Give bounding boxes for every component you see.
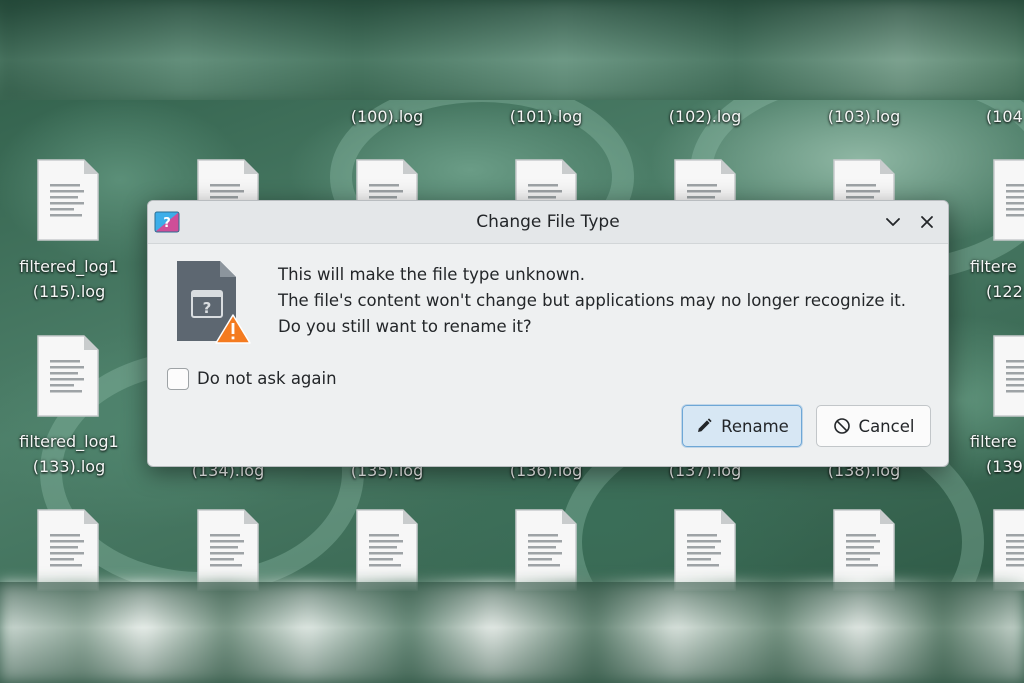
message-line: The file's content won't change but appl… [278,291,907,310]
desktop-file-label[interactable]: (100).log [322,104,452,129]
do-not-ask-again-checkbox[interactable] [167,368,189,390]
chevron-down-icon[interactable] [882,211,904,233]
change-file-type-dialog: ? Change File Type ? This will make the … [147,200,949,467]
desktop-file-label[interactable]: (103).log [799,104,929,129]
cancel-button[interactable]: Cancel [816,405,931,447]
unknown-file-warning-icon: ? [177,261,251,344]
text-file-icon[interactable] [355,508,419,592]
text-file-icon[interactable] [514,508,578,592]
message-line: Do you still want to rename it? [278,317,532,336]
desktop-file-label[interactable]: (102).log [640,104,770,129]
file-name-line: (122 [986,282,1023,301]
dialog-title: Change File Type [476,212,620,232]
desktop-file-label[interactable]: filtered_log1 (133).log [4,429,134,479]
text-file-icon[interactable] [992,508,1024,592]
desktop-file-label[interactable]: filtere (122 [962,254,1024,304]
pencil-icon [698,418,712,432]
file-name-line: filtered_log1 [19,432,119,451]
text-file-icon[interactable] [36,508,100,592]
file-name-line: filtered_log1 [19,257,119,276]
cancel-circle-icon [833,418,850,434]
text-file-icon[interactable] [36,334,100,418]
desktop-file-label[interactable]: filtered_log1 (115).log [4,254,134,304]
file-name-line: filtere [970,432,1017,451]
close-icon[interactable] [916,211,938,233]
do-not-ask-again-label[interactable]: Do not ask again [197,368,337,390]
cancel-button-label: Cancel [858,416,915,436]
dialog-titlebar[interactable]: ? Change File Type [148,201,948,244]
text-file-icon[interactable] [992,334,1024,418]
svg-text:?: ? [203,299,212,317]
desktop-file-label[interactable]: (104 [958,104,1024,129]
text-file-icon[interactable] [673,508,737,592]
text-file-icon[interactable] [196,508,260,592]
rename-button[interactable]: Rename [682,405,802,447]
desktop-file-label[interactable]: filtere (139 [962,429,1024,479]
text-file-icon[interactable] [36,158,100,242]
dialog-message: This will make the file type unknown. Th… [278,262,943,340]
desktop-file-label[interactable]: (101).log [481,104,611,129]
message-line: This will make the file type unknown. [278,265,586,284]
blurred-top-overlay [0,0,1024,100]
file-name-line: (139 [986,457,1023,476]
blurred-bottom-overlay [0,582,1024,683]
text-file-icon[interactable] [992,158,1024,242]
rename-button-label: Rename [721,416,789,436]
text-file-icon[interactable] [832,508,896,592]
file-name-line: filtere [970,257,1017,276]
file-name-line: (133).log [32,457,106,476]
file-name-line: (115).log [32,282,106,301]
